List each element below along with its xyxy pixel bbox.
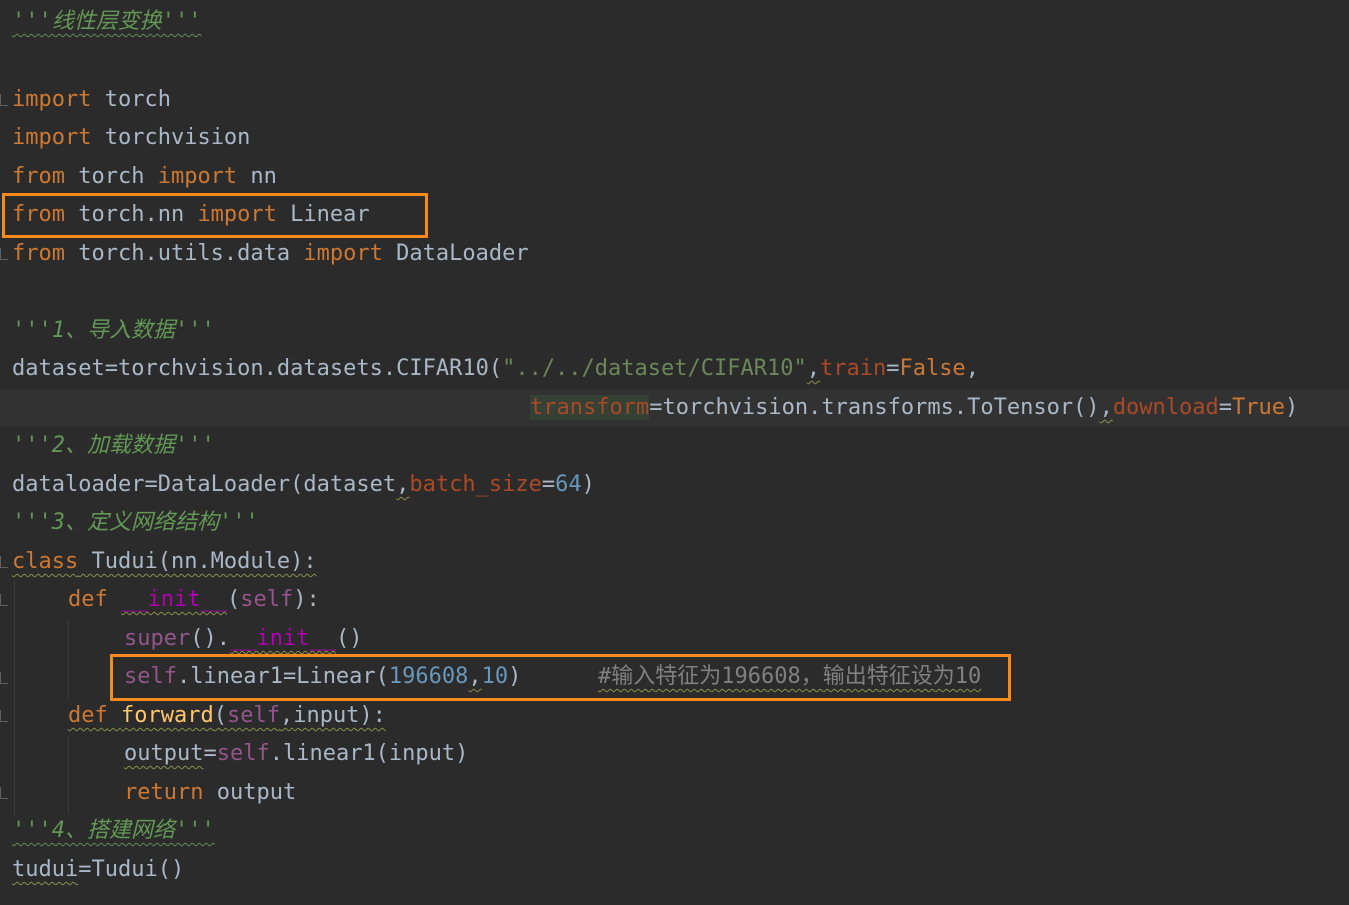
code-line-6[interactable]: from torch.nn import Linear (0, 196, 1349, 234)
docstring: '''3、定义网络结构''' (12, 510, 259, 535)
code-line-5[interactable]: from torch import nn (0, 158, 1349, 196)
function-name: __init__ (121, 587, 227, 612)
call: =torchvision.datasets.CIFAR10( (104, 356, 503, 381)
keyword: False (899, 356, 966, 381)
equals: = (203, 741, 217, 766)
code-line-1[interactable]: '''线性层变换''' (0, 3, 1349, 41)
docstring: '''4、搭建网络''' (12, 818, 215, 843)
paren: (). (190, 626, 230, 651)
import-name: DataLoader (382, 241, 529, 266)
parameters: input): (293, 703, 386, 728)
variable: output (124, 741, 204, 766)
call: =DataLoader(dataset (144, 472, 397, 497)
comment: #输入特征为196608，输出特征设为10 (598, 664, 982, 689)
code-line-17[interactable]: super().__init__() (0, 620, 1349, 658)
function-name: forward (121, 703, 214, 728)
code-line-7[interactable]: from torch.utils.data import DataLoader (0, 235, 1349, 273)
code-line-12[interactable]: '''2、加载数据''' (0, 427, 1349, 465)
module-name: torch.nn (64, 202, 198, 227)
comma: , (279, 703, 294, 728)
attribute: .linear1 (176, 664, 283, 689)
import-name: Linear (276, 202, 370, 227)
paren: ) (1285, 395, 1299, 420)
equals: = (1218, 395, 1233, 420)
code-editor[interactable]: '''线性层变换''' import torch import torchvis… (0, 0, 1349, 905)
keyword: import (303, 241, 383, 266)
keyword: def (68, 587, 108, 612)
keyword: from (12, 202, 65, 227)
code-line-18[interactable]: self.linear1=Linear(196608,10) #输入特征为196… (0, 658, 1349, 696)
keyword: True (1232, 395, 1286, 420)
docstring: '''线性层变换''' (12, 9, 202, 34)
string-literal: "../../dataset/CIFAR10" (502, 356, 807, 381)
code-line-22[interactable]: '''4、搭建网络''' (0, 812, 1349, 850)
paren: ) (508, 664, 522, 689)
comma: , (396, 472, 410, 497)
self-keyword: self (124, 664, 177, 689)
parameter: download (1112, 395, 1219, 420)
variable: output (203, 780, 297, 805)
parameter: train (819, 356, 887, 381)
self-keyword: self (216, 741, 270, 766)
keyword: import (157, 164, 238, 189)
code-line-4[interactable]: import torchvision (0, 119, 1349, 157)
docstring: '''2、加载数据''' (12, 433, 215, 458)
builtin: super (124, 626, 191, 651)
import-name: nn (237, 164, 277, 189)
code-line-23[interactable]: tudui=Tudui() (0, 851, 1349, 889)
comma: , (965, 356, 979, 381)
paren: ( (213, 703, 227, 728)
paren: ( (226, 587, 241, 612)
code-line-13[interactable]: dataloader=DataLoader(dataset,batch_size… (0, 466, 1349, 504)
number: 196608 (388, 664, 469, 689)
parameter: batch_size (409, 472, 542, 497)
code-line-16[interactable]: def __init__(self): (0, 581, 1349, 619)
docstring: '''1、导入数据''' (12, 318, 215, 343)
code-line-3[interactable]: import torch (0, 81, 1349, 119)
keyword: return (124, 780, 204, 805)
keyword: import (197, 202, 277, 227)
module-name: torchvision (91, 125, 251, 150)
module-name: torch.utils.data (64, 241, 304, 266)
code-line-10[interactable]: dataset=torchvision.datasets.CIFAR10("..… (0, 350, 1349, 388)
comma: , (468, 664, 482, 689)
keyword: from (12, 241, 65, 266)
comma: , (1099, 395, 1113, 420)
method-name: __init__ (229, 626, 336, 651)
keyword: import (12, 87, 92, 112)
variable: tudui (12, 857, 79, 882)
variable: dataset (12, 356, 105, 381)
call: =Tudui() (78, 857, 185, 882)
variable: dataloader (12, 472, 145, 497)
keyword: import (12, 125, 92, 150)
module-name: torch (91, 87, 171, 112)
module-name: torch (64, 164, 158, 189)
number: 64 (555, 472, 582, 497)
paren: () (335, 626, 363, 651)
code-line-20[interactable]: output=self.linear1(input) (0, 735, 1349, 773)
code-line-9[interactable]: '''1、导入数据''' (0, 312, 1349, 350)
number: 10 (481, 664, 509, 689)
code-line-11[interactable]: transform=torchvision.transforms.ToTenso… (0, 389, 1349, 427)
paren: ) (581, 472, 595, 497)
keyword: class (12, 549, 79, 574)
call: .linear1(input) (269, 741, 469, 766)
code-line-19[interactable]: def forward(self,input): (0, 697, 1349, 735)
code-line-15[interactable]: class Tudui(nn.Module): (0, 543, 1349, 581)
code-line-14[interactable]: '''3、定义网络结构''' (0, 504, 1349, 542)
code-line-21[interactable]: return output (0, 774, 1349, 812)
paren: ): (293, 587, 320, 612)
keyword: from (12, 164, 65, 189)
keyword: def (68, 703, 108, 728)
class-declaration: Tudui(nn.Module): (78, 549, 317, 574)
self-keyword: self (226, 703, 280, 728)
call: =Linear( (282, 664, 389, 689)
equals: = (541, 472, 556, 497)
call: =torchvision.transforms.ToTensor() (649, 395, 1100, 420)
parameter: transform (530, 395, 650, 420)
self-keyword: self (240, 587, 294, 612)
comma: , (806, 356, 820, 381)
equals: = (886, 356, 900, 381)
